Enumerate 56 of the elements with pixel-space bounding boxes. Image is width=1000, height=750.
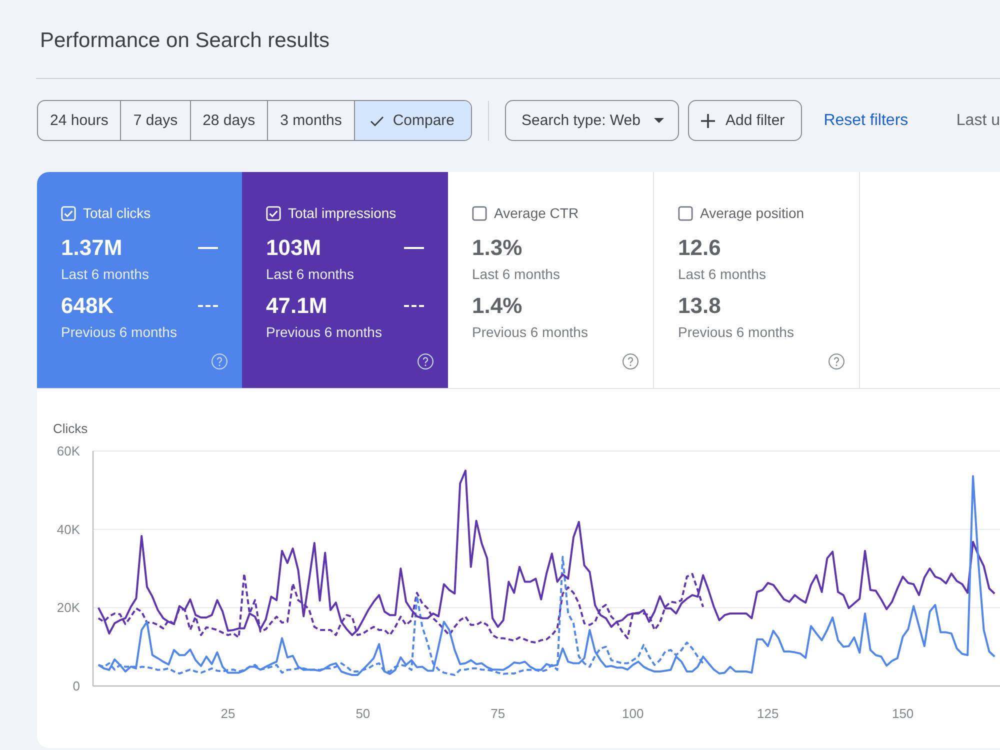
date-range-button[interactable]: Compare	[354, 101, 471, 140]
checkbox[interactable]	[678, 206, 693, 220]
metric-card[interactable]: Total clicks 1.37M Last 6 months 648K Previous 6 months	[37, 172, 242, 388]
help-icon[interactable]	[417, 353, 434, 370]
period-label: Last 6 months	[61, 265, 149, 283]
x-tick-label: 125	[757, 706, 779, 721]
dashed-line-icon	[198, 305, 218, 307]
help-icon[interactable]	[622, 353, 639, 370]
period-label: Last 6 months	[266, 265, 354, 283]
metric-card[interactable]: Average CTR 1.3% Last 6 months 1.4% Previous 6 months	[448, 172, 654, 388]
page-title: Performance on Search results	[40, 28, 330, 54]
help-icon[interactable]	[211, 353, 228, 370]
date-range-button[interactable]: 28 days	[190, 101, 268, 140]
metric-value: 12.6	[678, 235, 721, 261]
metric-value: 648K	[61, 293, 114, 319]
metric-label: Average CTR	[494, 205, 579, 221]
reset-filters-link[interactable]: Reset filters	[824, 112, 908, 130]
metric-value: 1.4%	[472, 293, 522, 319]
metric-value: 1.3%	[472, 235, 522, 261]
solid-line-icon	[404, 247, 424, 249]
metric-label: Average position	[700, 205, 804, 221]
metric-card[interactable]: Average position 12.6 Last 6 months 13.8 Previous 6 months	[654, 172, 860, 388]
date-range-button[interactable]: 7 days	[121, 101, 191, 140]
search-type-dropdown[interactable]: Search type: Web	[504, 100, 680, 141]
date-range-button[interactable]: 24 hours	[38, 101, 122, 140]
help-icon[interactable]	[828, 353, 845, 370]
period-label: Previous 6 months	[678, 323, 794, 341]
caret-icon	[654, 118, 664, 123]
y-tick-label: 40K	[56, 522, 80, 537]
y-tick-label: 0	[72, 678, 80, 694]
metric-value: 1.37M	[61, 235, 122, 261]
metric-card[interactable]: Total impressions 103M Last 6 months 47.1M Previous 6 months	[242, 172, 448, 388]
add-filter-button[interactable]: Add filter	[688, 100, 802, 141]
period-label: Previous 6 months	[472, 323, 588, 341]
plus-icon	[701, 114, 716, 128]
x-tick-label: 100	[622, 706, 644, 721]
metric-value: 103M	[266, 235, 322, 261]
checkbox[interactable]	[472, 206, 487, 220]
solid-line-icon	[198, 247, 218, 249]
x-tick-label: 50	[356, 706, 370, 721]
period-label: Last 6 months	[678, 265, 766, 283]
y-tick-label: 20K	[56, 600, 80, 616]
dashed-line-icon	[404, 305, 424, 307]
metric-label: Total clicks	[83, 205, 151, 221]
x-tick-label: 25	[220, 706, 236, 721]
metric-value: 13.8	[678, 293, 721, 319]
period-label: Last 6 months	[472, 265, 560, 283]
x-tick-label: 150	[892, 706, 914, 721]
period-label: Previous 6 months	[61, 323, 177, 341]
y-tick-label: 60K	[56, 444, 80, 458]
metric-label: Total impressions	[288, 205, 396, 221]
y-axis-title: Clicks	[53, 421, 88, 436]
period-label: Previous 6 months	[266, 323, 382, 341]
metric-value: 47.1M	[266, 293, 328, 319]
x-tick-label: 75	[490, 706, 506, 721]
last-updated-text: Last u	[956, 112, 1000, 130]
